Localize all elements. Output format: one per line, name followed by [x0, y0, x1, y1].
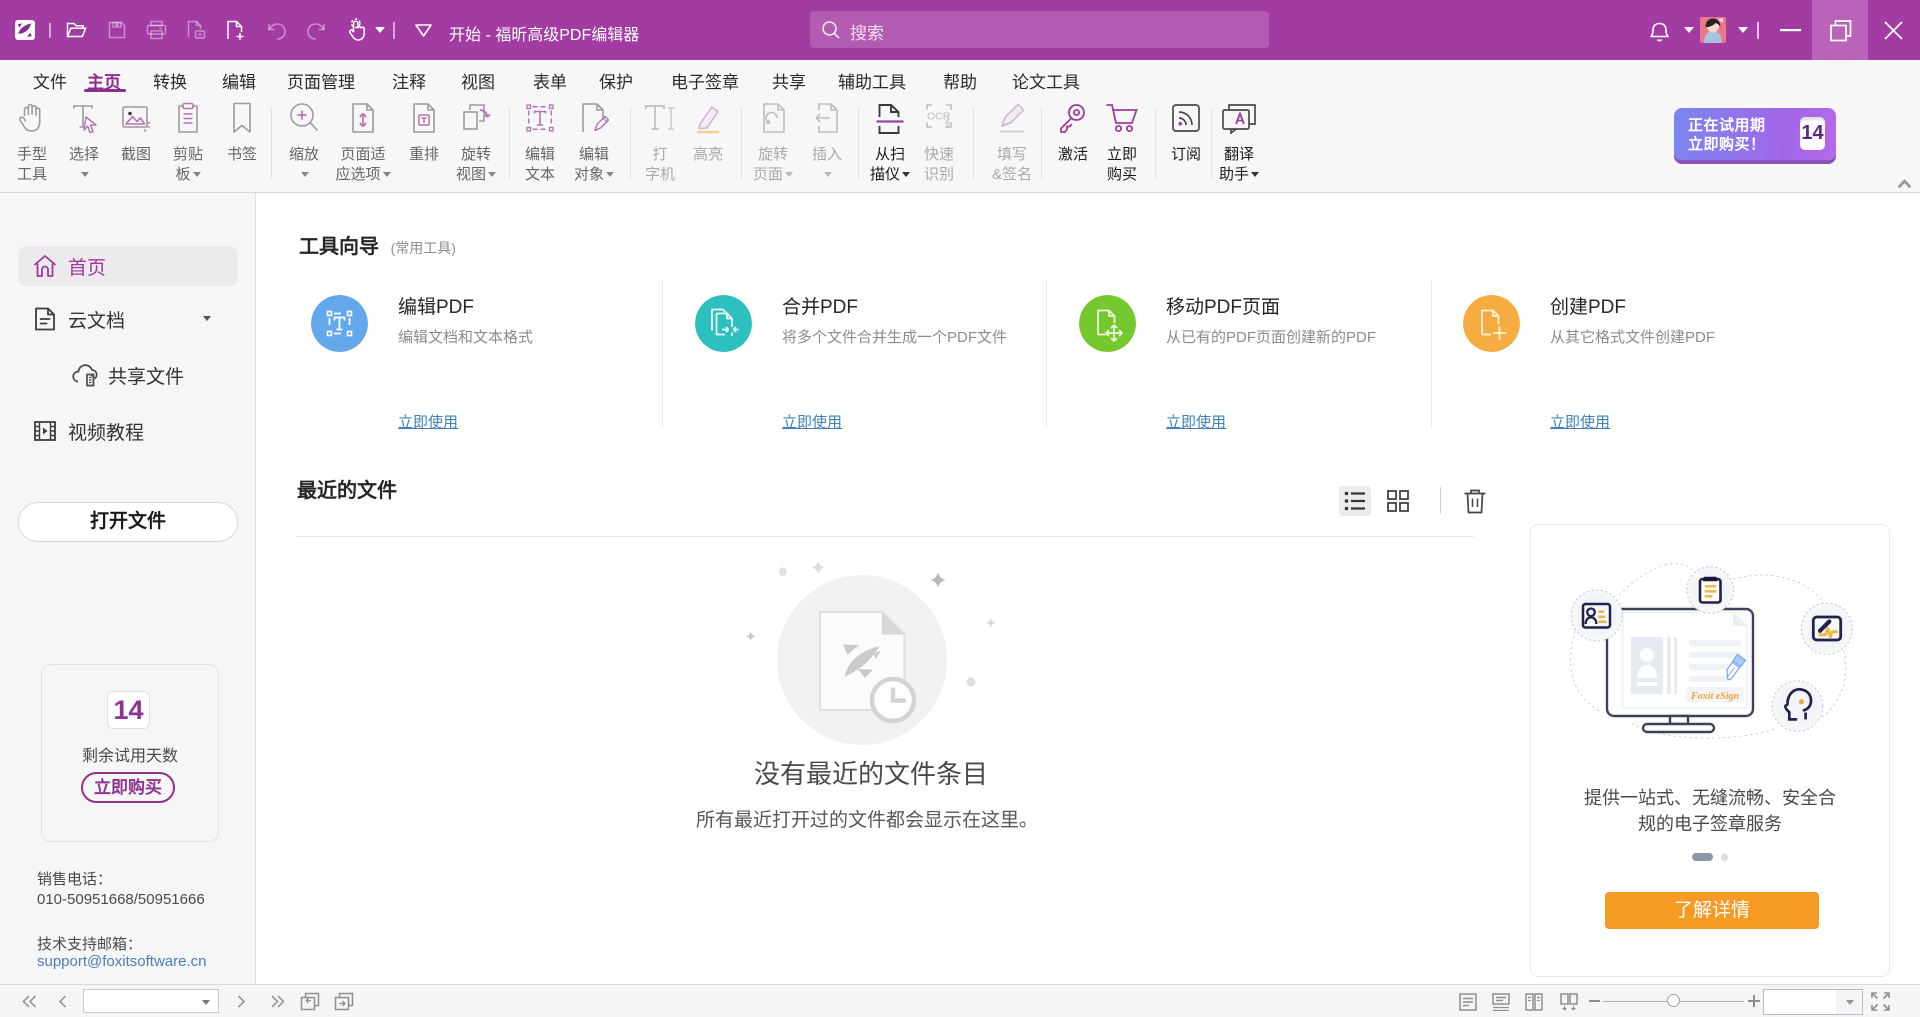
svg-text:Foxit eSign: Foxit eSign	[1690, 691, 1740, 702]
